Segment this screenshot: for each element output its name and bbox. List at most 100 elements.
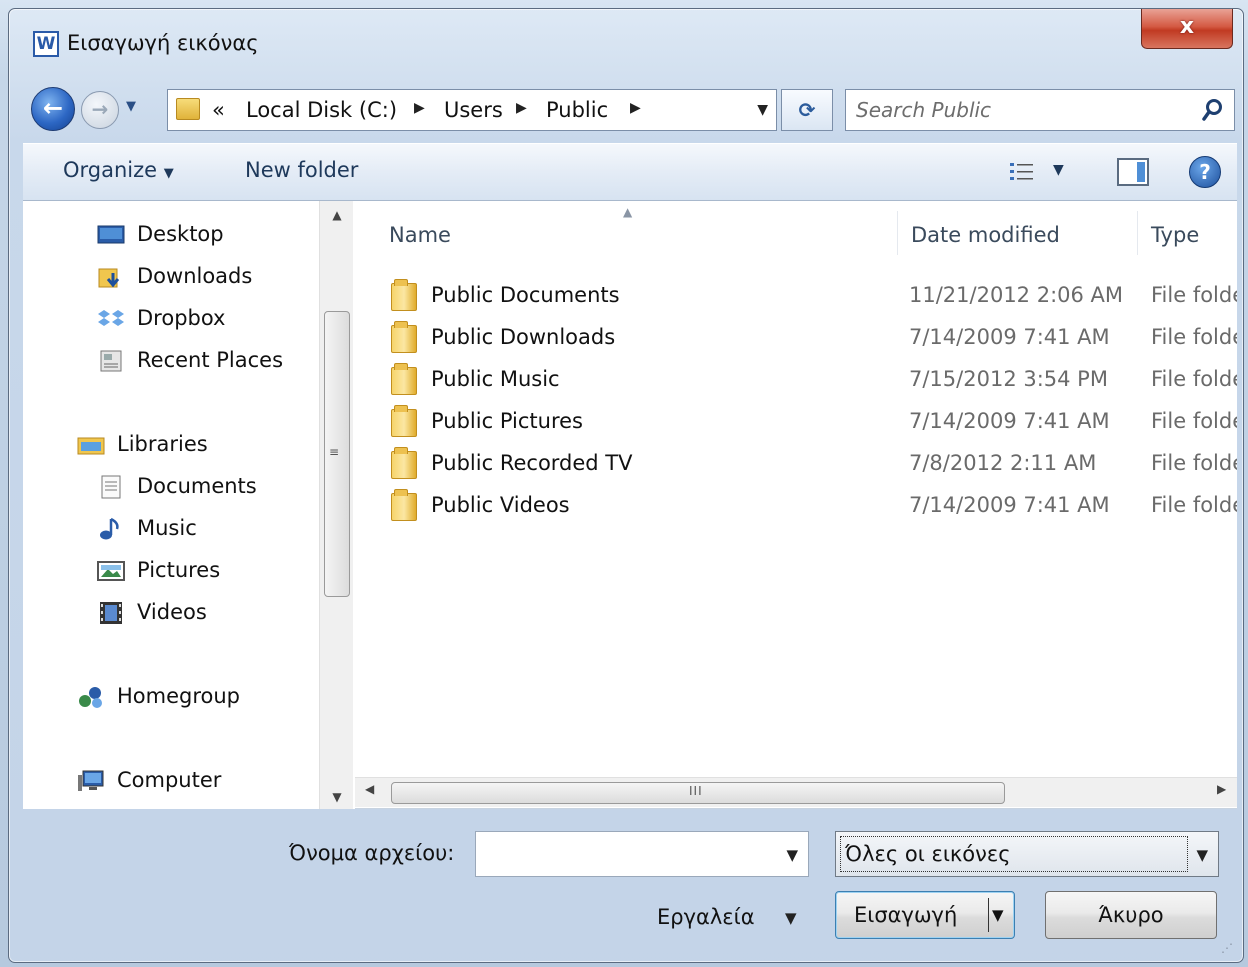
- cancel-button[interactable]: Άκυρο: [1045, 891, 1217, 939]
- table-row[interactable]: Public Videos 7/14/2009 7:41 AM File fol…: [355, 487, 1237, 527]
- recent-places-icon: [100, 350, 122, 372]
- column-divider[interactable]: [1137, 211, 1138, 255]
- documents-icon: [101, 475, 121, 499]
- split-divider: [988, 898, 989, 932]
- scroll-right-icon[interactable]: ▶: [1217, 782, 1226, 796]
- window-title: Εισαγωγή εικόνας: [67, 31, 259, 55]
- dropbox-icon: [98, 310, 124, 326]
- content-area: Desktop Downloads Dropbox Recent Places …: [23, 201, 1237, 809]
- grip-icon: III: [689, 784, 703, 798]
- resize-grip-icon[interactable]: ⋰: [1221, 941, 1233, 955]
- scroll-down-icon[interactable]: ▼: [320, 785, 354, 809]
- breadcrumb-overflow[interactable]: «: [212, 98, 225, 122]
- breadcrumb-users[interactable]: Users: [444, 98, 503, 122]
- sidebar-item-label: Music: [137, 516, 197, 540]
- file-name: Public Documents: [431, 283, 620, 307]
- navigation-bar: ← → ▼ « Local Disk (C:) ▶ Users ▶ Public…: [9, 79, 1243, 133]
- sidebar-scrollbar[interactable]: ▲ ≡ ▼: [319, 201, 353, 809]
- refresh-button[interactable]: ⟳: [781, 89, 833, 131]
- column-divider[interactable]: [897, 211, 898, 255]
- file-type: File folder: [1151, 325, 1237, 349]
- breadcrumb-local-disk[interactable]: Local Disk (C:): [246, 98, 397, 122]
- insert-options-dropdown-icon[interactable]: ▼: [992, 892, 1004, 938]
- folder-icon: [391, 279, 417, 311]
- table-row[interactable]: Public Downloads 7/14/2009 7:41 AM File …: [355, 319, 1237, 359]
- table-row[interactable]: Public Music 7/15/2012 3:54 PM File fold…: [355, 361, 1237, 401]
- scroll-up-icon[interactable]: ▲: [320, 203, 354, 227]
- file-date: 7/14/2009 7:41 AM: [909, 325, 1110, 349]
- file-type: File folder: [1151, 283, 1237, 307]
- recent-pages-dropdown-icon[interactable]: ▼: [123, 99, 139, 115]
- sidebar-item-label: Computer: [117, 768, 222, 792]
- videos-icon: [100, 602, 122, 624]
- forward-button[interactable]: →: [81, 91, 119, 129]
- insert-picture-dialog: W Εισαγωγή εικόνας x ← → ▼ « Local Disk …: [8, 8, 1244, 963]
- chevron-right-icon[interactable]: ▶: [414, 100, 425, 116]
- scroll-left-icon[interactable]: ◀: [365, 782, 374, 796]
- search-icon[interactable]: [1202, 98, 1224, 122]
- title-bar: W Εισαγωγή εικόνας x: [9, 9, 1243, 75]
- file-name: Public Recorded TV: [431, 451, 633, 475]
- sort-ascending-icon: ▲: [623, 205, 633, 219]
- file-type: File folder: [1151, 409, 1237, 433]
- file-name: Public Downloads: [431, 325, 616, 349]
- breadcrumb-public[interactable]: Public: [546, 98, 608, 122]
- filename-input[interactable]: [480, 836, 770, 872]
- chevron-right-icon[interactable]: ▶: [516, 100, 527, 116]
- downloads-icon: [98, 268, 120, 288]
- navigation-pane: Desktop Downloads Dropbox Recent Places …: [23, 201, 355, 809]
- file-type-select[interactable]: Όλες οι εικόνες ▼: [835, 831, 1219, 877]
- close-button[interactable]: x: [1141, 9, 1233, 49]
- preview-pane-icon[interactable]: [1117, 158, 1149, 186]
- sidebar-item-label: Libraries: [117, 432, 208, 456]
- command-toolbar: Organize ▼ New folder ▼ ?: [23, 143, 1237, 201]
- column-header-date[interactable]: Date modified: [911, 223, 1060, 247]
- file-list-scrollbar[interactable]: ◀ III ▶: [355, 777, 1237, 807]
- insert-button-label: Εισαγωγή: [854, 903, 958, 927]
- address-dropdown-icon[interactable]: ▼: [757, 102, 768, 118]
- file-date: 7/14/2009 7:41 AM: [909, 493, 1110, 517]
- column-header-name[interactable]: Name: [389, 223, 451, 247]
- file-date: 11/21/2012 2:06 AM: [909, 283, 1124, 307]
- file-type: File folder: [1151, 451, 1237, 475]
- tools-menu[interactable]: Εργαλεία: [657, 905, 755, 929]
- chevron-down-icon[interactable]: ▼: [786, 846, 798, 864]
- grip-icon: ≡: [329, 445, 340, 459]
- dialog-footer: Όνομα αρχείου: ▼ Όλες οι εικόνες ▼ Εργαλ…: [23, 809, 1237, 959]
- sidebar-item-label: Downloads: [137, 264, 253, 288]
- column-header-type[interactable]: Type: [1151, 223, 1199, 247]
- table-row[interactable]: Public Recorded TV 7/8/2012 2:11 AM File…: [355, 445, 1237, 485]
- sidebar-item-label: Videos: [137, 600, 207, 624]
- address-bar[interactable]: « Local Disk (C:) ▶ Users ▶ Public ▶ ▼: [167, 89, 777, 131]
- new-folder-button[interactable]: New folder: [245, 158, 358, 182]
- pictures-icon: [97, 561, 125, 581]
- chevron-down-icon: ▼: [163, 166, 174, 181]
- help-icon[interactable]: ?: [1189, 156, 1221, 188]
- table-row[interactable]: Public Pictures 7/14/2009 7:41 AM File f…: [355, 403, 1237, 443]
- organize-menu[interactable]: Organize ▼: [63, 158, 174, 182]
- folder-icon: [391, 321, 417, 353]
- search-input[interactable]: [854, 94, 1184, 126]
- desktop-icon: [97, 225, 125, 244]
- file-date: 7/8/2012 2:11 AM: [909, 451, 1097, 475]
- chevron-down-icon[interactable]: ▼: [785, 909, 797, 927]
- libraries-icon: [77, 437, 105, 455]
- chevron-down-icon[interactable]: ▼: [1196, 846, 1208, 864]
- back-button[interactable]: ←: [31, 87, 75, 131]
- computer-icon: [78, 770, 104, 791]
- table-row[interactable]: Public Documents 11/21/2012 2:06 AM File…: [355, 277, 1237, 317]
- filename-combo[interactable]: ▼: [475, 831, 809, 877]
- file-date: 7/15/2012 3:54 PM: [909, 367, 1108, 391]
- view-dropdown-icon[interactable]: ▼: [1053, 162, 1064, 178]
- file-name: Public Music: [431, 367, 560, 391]
- chevron-right-icon[interactable]: ▶: [630, 100, 641, 116]
- file-type: File folder: [1151, 493, 1237, 517]
- insert-button[interactable]: Εισαγωγή ▼: [835, 891, 1015, 939]
- view-options-icon[interactable]: [1008, 160, 1036, 184]
- file-type-value: Όλες οι εικόνες: [840, 836, 1188, 872]
- folder-icon: [391, 405, 417, 437]
- homegroup-icon: [79, 687, 102, 708]
- search-box[interactable]: [845, 89, 1235, 131]
- file-name: Public Videos: [431, 493, 570, 517]
- sidebar-item-label: Pictures: [137, 558, 221, 582]
